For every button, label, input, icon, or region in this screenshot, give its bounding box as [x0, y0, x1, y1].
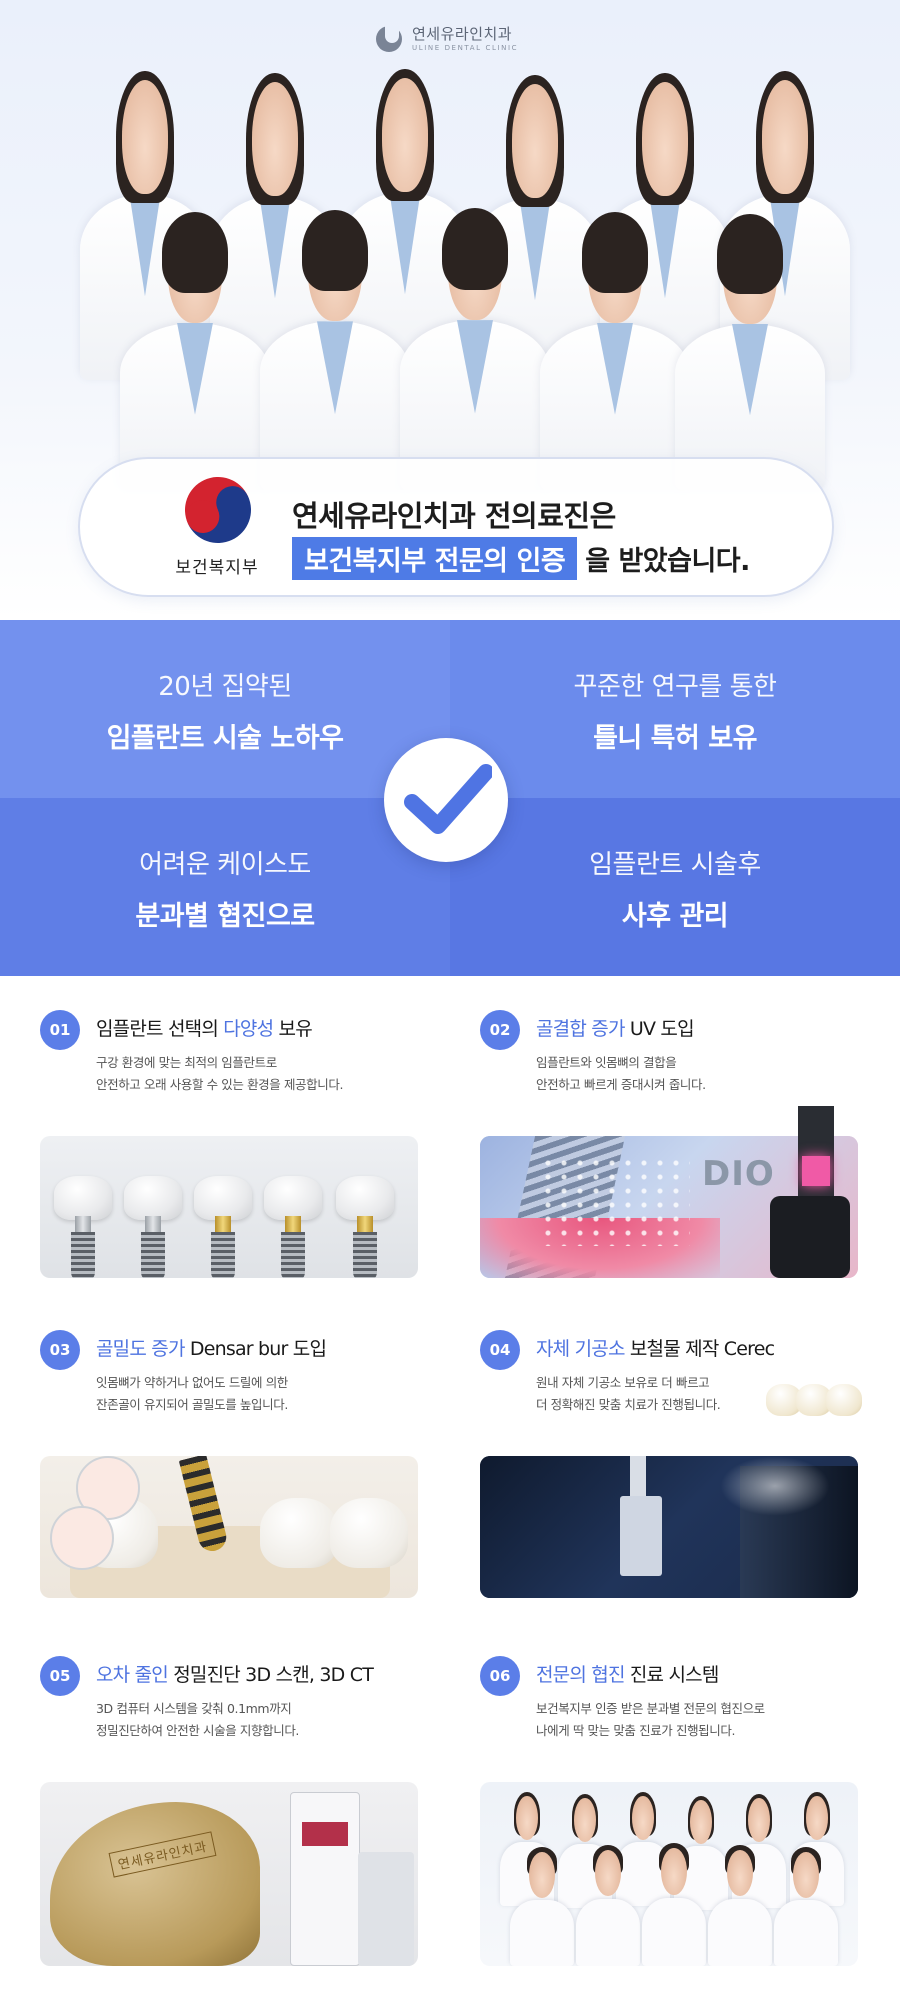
item-title-post: Densar bur 도입 — [184, 1338, 327, 1360]
item-description: 임플란트와 잇몸뼈의 결합을 안전하고 빠르게 증대시켜 줍니다. — [536, 1052, 706, 1096]
doctor-figure — [260, 209, 410, 490]
item-title: 자체 기공소 보철물 제작 Cerec — [536, 1334, 775, 1361]
item-description: 보건복지부 인증 받은 분과별 전문의 협진으로 나에게 딱 맞는 맞춤 진료가… — [536, 1698, 765, 1742]
certification-banner: 보건복지부 연세유라인치과 전의료진은 보건복지부 전문의 인증 을 받았습니다… — [78, 457, 834, 597]
checkmark-icon — [384, 738, 508, 862]
item-number-badge: 02 — [480, 1010, 520, 1050]
item-title-highlight: 골결합 증가 — [536, 1018, 625, 1040]
doctor-figure — [400, 207, 550, 490]
item-title: 골결합 증가 UV 도입 — [536, 1014, 695, 1041]
item-number-badge: 06 — [480, 1656, 520, 1696]
item-title-pre: 임플란트 선택의 — [96, 1018, 224, 1040]
feature-subtitle: 꾸준한 연구를 통한 — [573, 672, 777, 702]
service-item: 04 자체 기공소 보철물 제작 Cerec 원내 자체 기공소 보유로 더 빠… — [480, 1326, 880, 1606]
service-item: 06 전문의 협진 진료 시스템 보건복지부 인증 받은 분과별 전문의 협진으… — [480, 1652, 880, 1966]
uv-device-base — [770, 1196, 850, 1278]
item-desc-line: 원내 자체 기공소 보유로 더 빠르고 — [536, 1375, 710, 1390]
item-title: 오차 줄인 정밀진단 3D 스캔, 3D CT — [96, 1660, 374, 1687]
feature-title: 분과별 협진으로 — [135, 901, 315, 932]
feature-card: 꾸준한 연구를 통한 틀니 특허 보유 — [450, 620, 900, 798]
item-desc-line: 잔존골이 유지되어 골밀도를 높입니다. — [96, 1397, 288, 1412]
dental-cast-icon — [50, 1802, 260, 1966]
item-title-post: UV 도입 — [624, 1018, 695, 1040]
feature-subtitle: 임플란트 시술후 — [589, 850, 761, 880]
cerec-milling-image — [480, 1384, 862, 1598]
item-title: 임플란트 선택의 다양성 보유 — [96, 1014, 313, 1041]
item-desc-line: 나에게 딱 맞는 맞춤 진료가 진행됩니다. — [536, 1723, 736, 1738]
item-desc-line: 잇몸뼈가 약하거나 없어도 드릴에 의한 — [96, 1375, 288, 1390]
certification-line1: 연세유라인치과 전의료진은 — [292, 499, 616, 533]
densar-bur-image — [40, 1456, 418, 1598]
item-description: 잇몸뼈가 약하거나 없어도 드릴에 의한 잔존골이 유지되어 골밀도를 높입니다… — [96, 1372, 288, 1416]
ct-machine-icon — [290, 1792, 360, 1966]
service-item: 05 오차 줄인 정밀진단 3D 스캔, 3D CT 3D 컴퓨터 시스템을 갖… — [40, 1652, 440, 1966]
logo-name-ko: 연세유라인치과 — [412, 24, 513, 43]
item-description: 구강 환경에 맞는 최적의 임플란트로 안전하고 오래 사용할 수 있는 환경을… — [96, 1052, 343, 1096]
item-number-badge: 05 — [40, 1656, 80, 1696]
features-grid: 20년 집약된 임플란트 시술 노하우 꾸준한 연구를 통한 틀니 특허 보유 … — [0, 620, 900, 976]
feature-subtitle: 20년 집약된 — [158, 672, 292, 702]
hero-section: 연세유라인치과 ULINE DENTAL CLINIC 보건복지부 연세유라인치… — [0, 0, 900, 620]
item-description: 3D 컴퓨터 시스템을 갖춰 0.1mm까지 정밀진단하여 안전한 시술을 지향… — [96, 1698, 299, 1742]
item-title: 전문의 협진 진료 시스템 — [536, 1660, 719, 1687]
dio-brand-text: DIO — [702, 1154, 775, 1194]
feature-title: 사후 관리 — [621, 901, 729, 932]
feature-title: 임플란트 시술 노하우 — [106, 723, 344, 754]
dio-brand-logo: DIO — [702, 1154, 775, 1194]
item-desc-line: 정밀진단하여 안전한 시술을 지향합니다. — [96, 1723, 299, 1738]
item-number-badge: 01 — [40, 1010, 80, 1050]
doctors-group-photo — [60, 69, 850, 490]
ministry-emblem-icon — [174, 466, 262, 554]
service-items: 01 임플란트 선택의 다양성 보유 구강 환경에 맞는 최적의 임플란트로 안… — [0, 976, 900, 2000]
item-desc-line: 안전하고 오래 사용할 수 있는 환경을 제공합니다. — [96, 1077, 344, 1092]
logo-mark-icon — [376, 24, 406, 54]
feature-card: 임플란트 시술후 사후 관리 — [450, 798, 900, 976]
item-title-post: 보유 — [273, 1018, 313, 1040]
item-desc-line: 구강 환경에 맞는 최적의 임플란트로 — [96, 1055, 277, 1070]
doctor-figure — [675, 213, 825, 490]
feature-card: 20년 집약된 임플란트 시술 노하우 — [0, 620, 450, 798]
item-title-highlight: 골밀도 증가 — [96, 1338, 185, 1360]
uv-device-icon — [798, 1106, 834, 1202]
service-item: 01 임플란트 선택의 다양성 보유 구강 환경에 맞는 최적의 임플란트로 안… — [40, 1006, 440, 1286]
item-title-post: 정밀진단 3D 스캔, 3D CT — [167, 1664, 374, 1686]
3d-scan-ct-image: 연세유라인치과 — [40, 1782, 418, 1966]
item-number-badge: 04 — [480, 1330, 520, 1370]
uv-device-image: DIO — [480, 1106, 858, 1278]
item-title: 골밀도 증가 Densar bur 도입 — [96, 1334, 327, 1361]
item-number-badge: 03 — [40, 1330, 80, 1370]
feature-card: 어려운 케이스도 분과별 협진으로 — [0, 798, 450, 976]
prosthetic-crowns-icon — [766, 1384, 862, 1416]
certification-line2-rest: 을 받았습니다. — [585, 546, 750, 577]
service-item: 02 골결합 증가 UV 도입 임플란트와 잇몸뼈의 결합을 안전하고 빠르게 … — [480, 1006, 880, 1286]
clinic-logo[interactable]: 연세유라인치과 ULINE DENTAL CLINIC — [376, 24, 518, 54]
certification-highlight: 보건복지부 전문의 인증 — [292, 537, 578, 580]
item-title-post: 진료 시스템 — [624, 1664, 719, 1686]
item-title-highlight: 다양성 — [223, 1018, 274, 1040]
doctor-figure — [120, 211, 270, 490]
item-desc-line: 보건복지부 인증 받은 분과별 전문의 협진으로 — [536, 1701, 765, 1716]
feature-subtitle: 어려운 케이스도 — [139, 850, 311, 880]
item-description: 원내 자체 기공소 보유로 더 빠르고 더 정확해진 맞춤 치료가 진행됩니다. — [536, 1372, 721, 1416]
item-desc-line: 더 정확해진 맞춤 치료가 진행됩니다. — [536, 1397, 721, 1412]
feature-title: 틀니 특허 보유 — [593, 723, 757, 754]
implants-image — [40, 1136, 418, 1278]
logo-name-en: ULINE DENTAL CLINIC — [412, 43, 519, 52]
doctor-figure — [540, 211, 690, 490]
page: 연세유라인치과 ULINE DENTAL CLINIC 보건복지부 연세유라인치… — [0, 0, 900, 2000]
item-title-highlight: 전문의 협진 — [536, 1664, 625, 1686]
item-title-highlight: 오차 줄인 — [96, 1664, 169, 1686]
item-desc-line: 3D 컴퓨터 시스템을 갖춰 0.1mm까지 — [96, 1701, 292, 1716]
item-title-highlight: 자체 기공소 — [536, 1338, 625, 1360]
uv-light-icon — [802, 1156, 830, 1186]
team-photo-image — [480, 1782, 858, 1966]
service-item: 03 골밀도 증가 Densar bur 도입 잇몸뼈가 약하거나 없어도 드릴… — [40, 1326, 440, 1606]
item-desc-line: 임플란트와 잇몸뼈의 결합을 — [536, 1055, 677, 1070]
item-desc-line: 안전하고 빠르게 증대시켜 줍니다. — [536, 1077, 706, 1092]
ministry-label: 보건복지부 — [175, 558, 259, 578]
item-title-post: 보철물 제작 Cerec — [624, 1338, 775, 1360]
